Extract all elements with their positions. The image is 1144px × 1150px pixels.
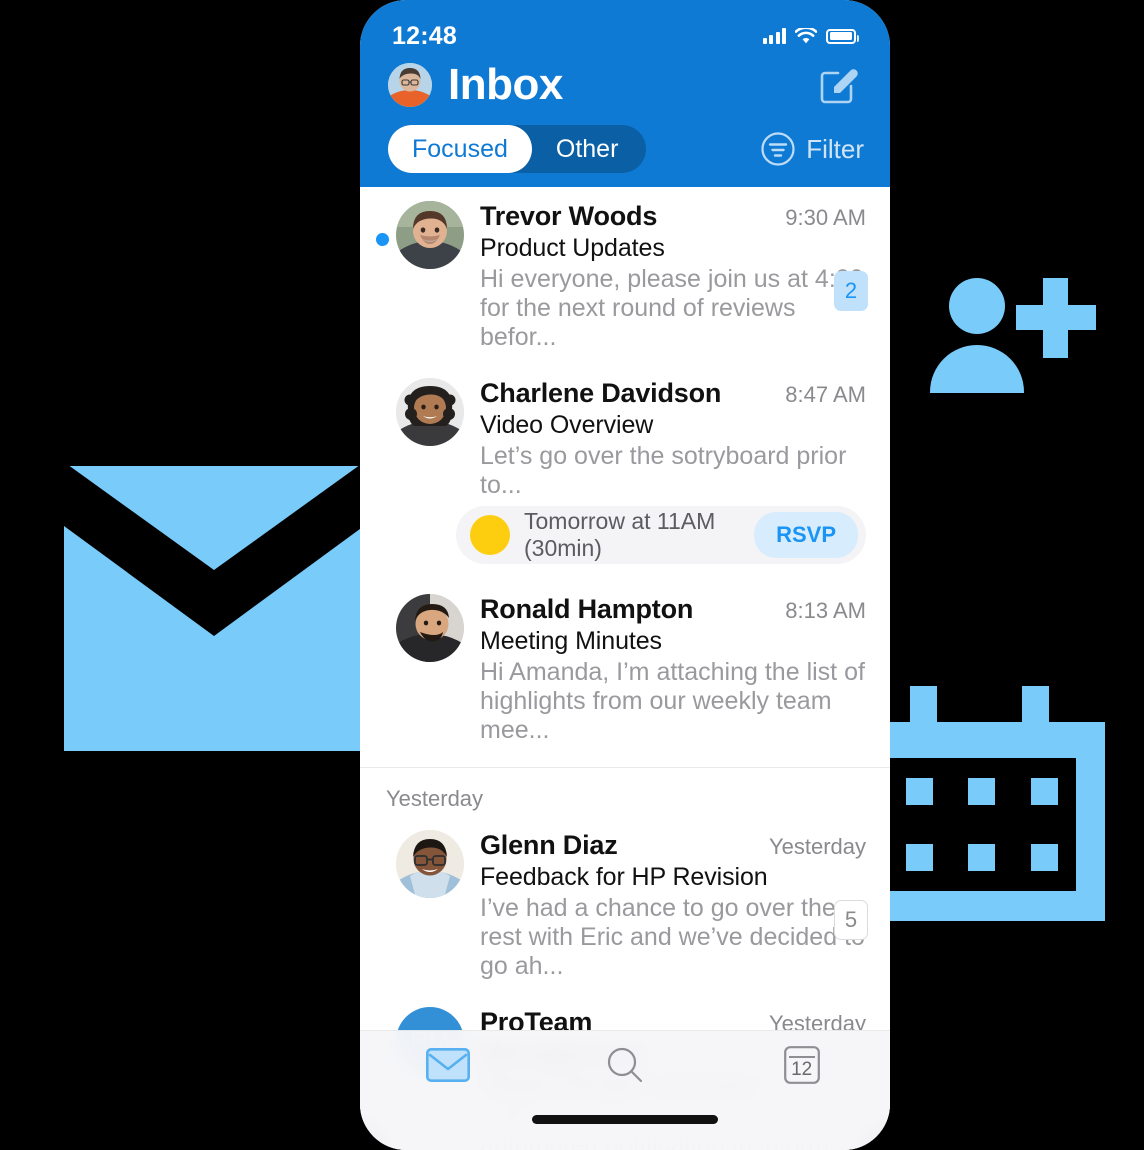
wifi-icon [795, 27, 817, 45]
email-preview: I’ve had a chance to go over the rest wi… [480, 894, 865, 980]
email-sender: Glenn Diaz [480, 830, 618, 860]
calendar-day-icon: 12 [783, 1045, 820, 1089]
calendar-day-number: 12 [791, 1058, 813, 1080]
email-subject: Feedback for HP Revision [480, 863, 768, 891]
search-tab[interactable] [537, 1045, 714, 1090]
email-list[interactable]: Trevor Woods 9:30 AM Product Updates Hi … [360, 187, 890, 1150]
email-time: 8:47 AM [785, 382, 866, 407]
avatar [396, 830, 464, 898]
compose-icon[interactable] [818, 64, 860, 106]
email-preview: Hi everyone, please join us at 4:30 for … [480, 265, 864, 351]
list-item[interactable]: Ronald Hampton 8:13 AM Meeting Minutes H… [360, 580, 890, 763]
filter-label: Filter [806, 133, 864, 164]
email-sender: Ronald Hampton [480, 594, 694, 624]
email-sender: Charlene Davidson [480, 378, 722, 408]
meeting-status-dot [470, 515, 510, 555]
tab-bar[interactable]: 12 [360, 1030, 890, 1150]
section-header-yesterday: Yesterday [386, 786, 484, 811]
email-subject: Product Updates [480, 234, 665, 262]
tab-other[interactable]: Other [532, 125, 647, 173]
unread-dot [376, 233, 389, 246]
page-title: Inbox [448, 60, 563, 109]
email-subject: Video Overview [480, 411, 654, 439]
email-time: 9:30 AM [785, 205, 866, 230]
email-preview: Let’s go over the sotryboard prior to... [480, 442, 847, 499]
cellular-signal-icon [762, 28, 786, 44]
mail-icon [426, 1047, 471, 1087]
attachment-count-badge: 5 [834, 900, 868, 940]
status-bar: 12:48 [360, 0, 890, 52]
attachment-count-badge: 2 [834, 271, 868, 311]
meeting-invite-chip[interactable]: Tomorrow at 11AM (30min) RSVP [456, 506, 866, 564]
calendar-tab[interactable]: 12 [713, 1045, 890, 1089]
meeting-time-label: Tomorrow at 11AM (30min) [524, 508, 716, 561]
list-item[interactable]: Trevor Woods 9:30 AM Product Updates Hi … [360, 187, 890, 364]
avatar[interactable] [388, 63, 432, 107]
avatar [396, 594, 464, 662]
app-header: 12:48 Inbox Focused Other Filter [360, 0, 890, 187]
list-item[interactable]: Glenn Diaz Yesterday Feedback for HP Rev… [360, 816, 890, 993]
mail-tab[interactable] [360, 1047, 537, 1087]
home-indicator [532, 1115, 718, 1124]
avatar [396, 378, 464, 446]
focused-other-toggle[interactable]: Focused Other [388, 125, 647, 173]
page-root: 12:48 Inbox Focused Other Filter Trevor … [0, 0, 1144, 1150]
filter-button[interactable]: Filter [760, 131, 864, 167]
battery-icon [826, 28, 859, 44]
email-time: Yesterday [768, 834, 866, 859]
filter-icon [760, 131, 796, 167]
search-icon [605, 1045, 645, 1090]
email-time: 8:13 AM [785, 598, 866, 623]
status-time: 12:48 [392, 21, 457, 50]
rsvp-button[interactable]: RSVP [754, 512, 858, 558]
email-sender: Trevor Woods [480, 201, 658, 231]
tab-focused[interactable]: Focused [388, 125, 532, 173]
email-subject: Meeting Minutes [480, 627, 662, 655]
envelope-icon [64, 466, 364, 751]
email-preview: Hi Amanda, I’m attaching the list of hig… [480, 658, 865, 744]
person-add-icon [930, 278, 1100, 393]
avatar [396, 201, 464, 269]
calendar-icon [862, 686, 1105, 921]
phone-mockup: 12:48 Inbox Focused Other Filter Trevor … [360, 0, 890, 1150]
list-item[interactable]: Charlene Davidson 8:47 AM Video Overview… [360, 364, 890, 502]
